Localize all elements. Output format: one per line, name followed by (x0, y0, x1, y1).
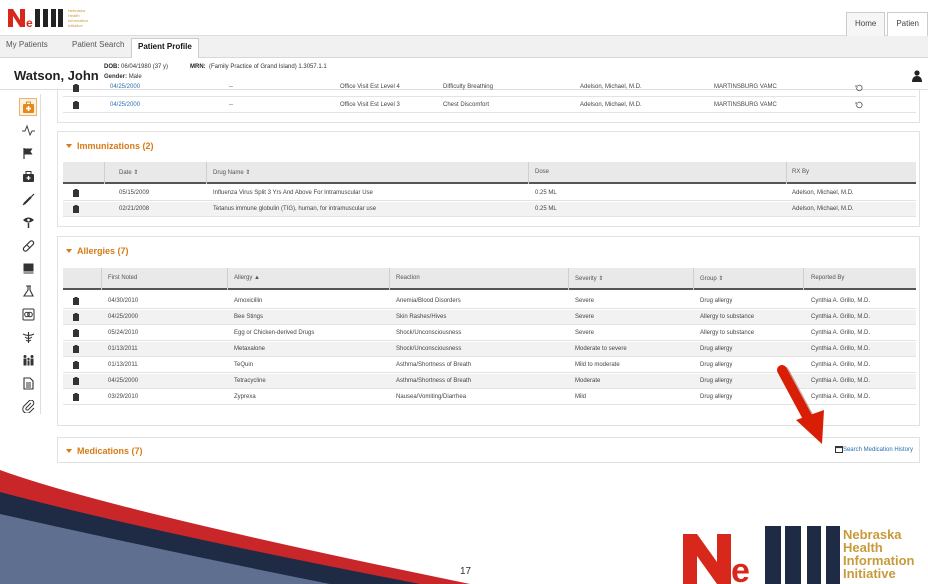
clipboard-icon (73, 189, 79, 197)
patient-gender: Gender: Male (104, 74, 142, 80)
svg-text:e: e (731, 552, 750, 584)
allergies-header[interactable]: Allergies (7) (66, 246, 129, 256)
history-icon[interactable] (855, 84, 863, 92)
eye-exam-icon[interactable] (19, 213, 37, 231)
family-icon[interactable] (19, 351, 37, 369)
window-icon (834, 446, 843, 453)
collapse-icon[interactable] (66, 248, 72, 253)
clipboard-icon (73, 313, 79, 321)
tab-patient-search[interactable]: Patient Search (72, 40, 124, 49)
tab-patient-profile[interactable]: Patient Profile (131, 38, 199, 58)
scan-icon[interactable] (19, 305, 37, 323)
table-row[interactable]: 04/25/2000 Bee Stings Skin Rashes/Hives … (63, 310, 916, 325)
clipboard-icon (73, 361, 79, 369)
medical-bag-icon[interactable] (19, 98, 37, 116)
section-rail (17, 94, 41, 414)
pill-icon[interactable] (19, 236, 37, 254)
col-first-noted: First Noted (108, 275, 138, 281)
search-medication-history-link[interactable]: Search Medication History (834, 446, 913, 453)
flag-icon[interactable] (19, 144, 37, 162)
user-icon[interactable] (912, 70, 922, 82)
col-reported-by: Reported By (811, 275, 845, 281)
nehii-logo[interactable]: e Nebraska Health Information Initiative (8, 7, 98, 29)
col-date[interactable]: Date ⇕ (119, 169, 138, 176)
col-rx-by: RX By (792, 169, 810, 175)
footer-swoosh (0, 470, 470, 584)
col-reaction: Reaction (396, 275, 420, 281)
nehii-logo-large: e Nebraska Health Information Initiative (683, 522, 928, 584)
history-icon[interactable] (855, 101, 863, 109)
sub-tabs: My Patients Patient Search Patient Profi… (0, 36, 928, 58)
allergies-table-header: First Noted Allergy ▲ Reaction Severity … (63, 268, 916, 290)
col-severity[interactable]: Severity ⇕ (575, 275, 603, 282)
tab-patient[interactable]: Patien (887, 12, 928, 36)
clipboard-icon (73, 377, 79, 385)
patient-dob: DOB: 06/04/1980 (37 y) (104, 64, 169, 70)
clipboard-icon (73, 101, 79, 109)
kit-icon[interactable] (19, 167, 37, 185)
encounters-panel: 04/25/2000 -- Office Visit Est Level 4 D… (57, 84, 920, 123)
clipboard-icon (73, 393, 79, 401)
document-icon[interactable] (19, 374, 37, 392)
clipboard-icon (73, 297, 79, 305)
table-row[interactable]: 04/30/2010 Amoxicillin Anemia/Blood Diso… (63, 294, 916, 309)
immunizations-panel: Immunizations (2) Date ⇕ Drug Name ⇕ Dos… (57, 131, 920, 227)
logo-tagline: Nebraska Health Information Initiative (68, 8, 89, 28)
clipboard-icon (73, 205, 79, 213)
immunizations-table-header: Date ⇕ Drug Name ⇕ Dose RX By (63, 162, 916, 184)
vitals-icon[interactable] (19, 121, 37, 139)
collapse-icon[interactable] (66, 143, 72, 148)
paperclip-icon[interactable] (19, 397, 37, 415)
table-row[interactable]: 01/13/2011 Metaxalone Shock/Unconsciousn… (63, 342, 916, 357)
red-arrow-annotation (777, 365, 824, 444)
tab-my-patients[interactable]: My Patients (6, 40, 48, 49)
svg-text:e: e (26, 16, 33, 29)
top-header: e Nebraska Health Information Initiative… (0, 0, 928, 36)
tab-home[interactable]: Home (845, 12, 886, 36)
table-row[interactable]: 05/15/2009 Influenza Virus Split 3 Yrs A… (63, 186, 916, 201)
clipboard-icon (73, 329, 79, 337)
syringe-icon[interactable] (19, 190, 37, 208)
immunizations-header[interactable]: Immunizations (2) (66, 141, 154, 151)
patient-mrn: MRN: (Family Practice of Grand Island) 1… (190, 64, 327, 70)
col-dose: Dose (535, 169, 550, 175)
clipboard-icon (73, 84, 79, 92)
col-drug-name[interactable]: Drug Name ⇕ (213, 169, 250, 176)
page-number: 17 (460, 566, 472, 577)
clipboard-icon (73, 345, 79, 353)
caduceus-icon[interactable] (19, 328, 37, 346)
flask-icon[interactable] (19, 282, 37, 300)
col-group[interactable]: Group ⇕ (700, 275, 723, 282)
top-tabs: Home Patien (844, 12, 928, 36)
table-row[interactable]: 04/25/2000 -- Office Visit Est Level 4 D… (63, 83, 916, 97)
medications-header[interactable]: Medications (7) (66, 446, 143, 456)
book-icon[interactable] (19, 259, 37, 277)
collapse-icon[interactable] (66, 448, 72, 453)
col-allergy[interactable]: Allergy ▲ (234, 275, 260, 281)
nehii-logo-mark: e (683, 526, 840, 584)
patient-name: Watson, John (14, 68, 99, 83)
table-row[interactable]: 05/24/2010 Egg or Chicken-derived Drugs … (63, 326, 916, 341)
table-row[interactable]: 02/21/2008 Tetanus immune globulin (TIG)… (63, 202, 916, 217)
table-row[interactable]: 04/25/2000 -- Office Visit Est Level 3 C… (63, 98, 916, 113)
